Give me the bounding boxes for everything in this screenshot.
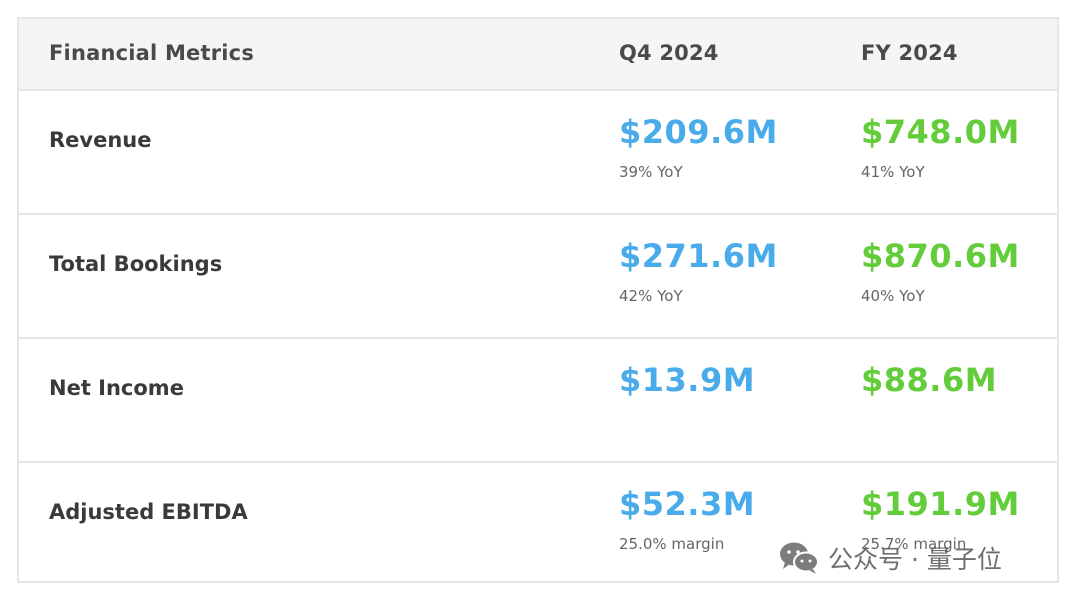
fy-subtext: 40% YoY	[861, 287, 925, 305]
metric-label: Total Bookings	[49, 252, 223, 276]
metric-label: Net Income	[49, 376, 184, 400]
table-row: Total Bookings $271.6M 42% YoY $870.6M 4…	[19, 215, 1057, 339]
q4-subtext: 42% YoY	[619, 287, 683, 305]
fy-value: $748.0M	[861, 113, 1020, 151]
q4-value: $52.3M	[619, 485, 756, 523]
q4-value: $209.6M	[619, 113, 778, 151]
wechat-icon	[780, 542, 819, 574]
q4-value: $271.6M	[619, 237, 778, 275]
header-q4: Q4 2024	[619, 41, 719, 65]
table-header-row: Financial Metrics Q4 2024 FY 2024	[19, 19, 1057, 91]
header-fy: FY 2024	[861, 41, 958, 65]
header-metric: Financial Metrics	[49, 41, 255, 65]
watermark: 公众号 · 量子位	[778, 538, 1002, 578]
table-row: Revenue $209.6M 39% YoY $748.0M 41% YoY	[19, 91, 1057, 215]
fy-value: $191.9M	[861, 485, 1020, 523]
financial-metrics-table: Financial Metrics Q4 2024 FY 2024 Revenu…	[17, 17, 1059, 583]
fy-subtext: 41% YoY	[861, 163, 925, 181]
q4-subtext: 25.0% margin	[619, 535, 725, 553]
fy-value: $88.6M	[861, 361, 998, 399]
q4-subtext: 39% YoY	[619, 163, 683, 181]
q4-value: $13.9M	[619, 361, 756, 399]
watermark-text: 公众号 · 量子位	[828, 545, 1002, 574]
fy-value: $870.6M	[861, 237, 1020, 275]
metric-label: Adjusted EBITDA	[49, 500, 248, 524]
table-row: Net Income $13.9M $88.6M	[19, 339, 1057, 463]
metric-label: Revenue	[49, 128, 152, 152]
